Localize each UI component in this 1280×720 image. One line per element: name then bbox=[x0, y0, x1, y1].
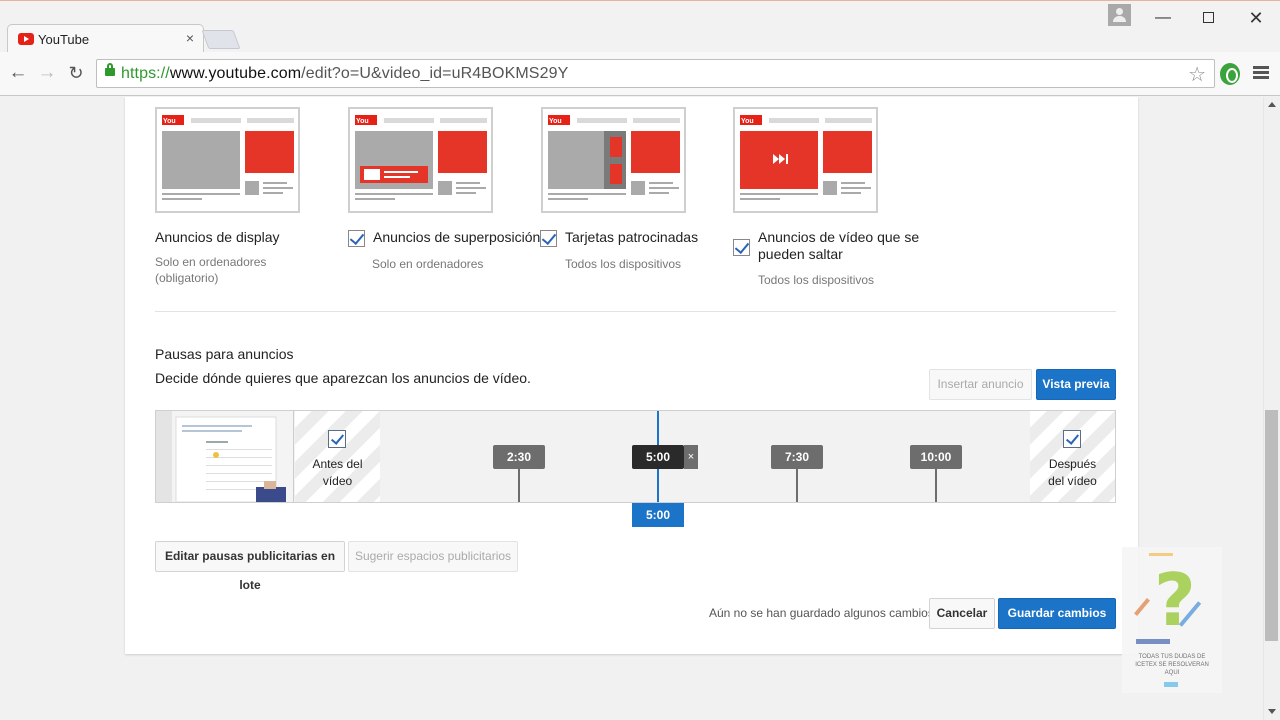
playhead-time-label[interactable]: 5:00 bbox=[632, 503, 684, 527]
overlay-ads-option[interactable]: Anuncios de superposición bbox=[348, 229, 540, 247]
skippable-ads-thumbnail: You bbox=[740, 115, 872, 200]
cancel-button[interactable]: Cancelar bbox=[929, 598, 995, 629]
browser-tab-youtube[interactable]: YouTube × bbox=[7, 24, 204, 53]
page-scrollbar[interactable] bbox=[1263, 97, 1280, 720]
display-ads-sub: Solo en ordenadores (obligatorio) bbox=[155, 255, 267, 285]
ad-breaks-description: Decide dónde quieres que aparezcan los a… bbox=[155, 370, 531, 386]
ad-breaks-timeline[interactable]: Antes del vídeo Después del vídeo 2:30 5… bbox=[155, 410, 1116, 503]
sponsored-cards-checkbox[interactable] bbox=[540, 230, 557, 247]
scrollbar-thumb[interactable] bbox=[1265, 410, 1278, 641]
url-host: www.youtube.com bbox=[169, 65, 302, 82]
promo-text: TODAS TUS DUDAS DE ICETEX SE RESOLVERAN … bbox=[1135, 654, 1209, 676]
profile-user-icon[interactable] bbox=[1108, 4, 1131, 26]
display-ads-label: Anuncios de display bbox=[155, 229, 280, 245]
post-roll-label: Después del vídeo bbox=[1030, 456, 1115, 490]
monetization-card: You You You You Anuncios de display Solo… bbox=[125, 97, 1138, 654]
window-minimize-button[interactable]: — bbox=[1150, 7, 1176, 29]
window-close-button[interactable]: ✕ bbox=[1243, 7, 1269, 29]
overlay-ads-sub: Solo en ordenadores bbox=[372, 257, 484, 271]
pre-roll-zone[interactable]: Antes del vídeo bbox=[295, 411, 380, 502]
scroll-down-arrow-icon[interactable] bbox=[1268, 709, 1276, 714]
reload-icon[interactable]: ↻ bbox=[65, 62, 87, 84]
sponsored-cards-label: Tarjetas patrocinadas bbox=[565, 229, 699, 245]
overlay-ads-label: Anuncios de superposición bbox=[373, 229, 541, 245]
skippable-video-ads-preview: You bbox=[733, 107, 878, 213]
sponsored-cards-sub: Todos los dispositivos bbox=[565, 257, 682, 271]
preview-button[interactable]: Vista previa bbox=[1036, 369, 1116, 400]
address-bar[interactable]: https://www.youtube.com/edit?o=U&video_i… bbox=[96, 59, 1215, 88]
post-roll-label-line1: Después bbox=[1048, 457, 1097, 471]
svg-text:You: You bbox=[549, 118, 562, 125]
back-arrow-icon[interactable]: ← bbox=[7, 62, 29, 84]
svg-text:You: You bbox=[741, 118, 754, 125]
maximize-icon bbox=[1202, 12, 1214, 23]
svg-text:?: ? bbox=[1154, 558, 1196, 642]
post-roll-checkbox[interactable] bbox=[1063, 430, 1081, 448]
tab-title: YouTube bbox=[38, 32, 90, 47]
lock-icon bbox=[105, 63, 115, 76]
ad-break-marker[interactable]: 7:30 bbox=[771, 445, 823, 469]
section-divider bbox=[155, 311, 1116, 312]
pre-roll-checkbox[interactable] bbox=[328, 430, 346, 448]
ad-breaks-title: Pausas para anuncios bbox=[155, 346, 294, 362]
tab-close-icon[interactable]: × bbox=[186, 30, 194, 46]
ad-break-marker-line bbox=[518, 469, 520, 502]
extension-icon[interactable] bbox=[1220, 63, 1240, 85]
video-thumbnail-image bbox=[156, 411, 293, 502]
suggest-ad-slots-button[interactable]: Sugerir espacios publicitarios bbox=[348, 541, 518, 572]
promo-link-badge bbox=[1164, 682, 1178, 687]
promo-overlay[interactable]: ? TODAS TUS DUDAS DE ICETEX SE RESOLVERA… bbox=[1122, 547, 1222, 693]
display-ads-thumbnail: You bbox=[162, 115, 294, 200]
url-text: https://www.youtube.com/edit?o=U&video_i… bbox=[121, 65, 568, 83]
pre-roll-label-line1: Antes del bbox=[312, 457, 363, 471]
video-thumbnail bbox=[156, 411, 294, 502]
pre-roll-label-line2: vídeo bbox=[322, 474, 353, 488]
bookmark-star-icon[interactable]: ☆ bbox=[1188, 62, 1206, 87]
overlay-ads-thumbnail: You bbox=[355, 115, 487, 200]
save-changes-button[interactable]: Guardar cambios bbox=[998, 598, 1116, 629]
pre-roll-label: Antes del vídeo bbox=[295, 456, 380, 490]
display-ads-preview: You bbox=[155, 107, 300, 213]
skippable-ads-sub: Todos los dispositivos bbox=[758, 273, 875, 287]
remove-marker-icon[interactable]: × bbox=[684, 445, 698, 469]
post-roll-zone[interactable]: Después del vídeo bbox=[1030, 411, 1115, 502]
sponsored-cards-thumbnail: You bbox=[548, 115, 680, 200]
sponsored-cards-option[interactable]: Tarjetas patrocinadas bbox=[540, 229, 698, 247]
unsaved-changes-status: Aún no se han guardado algunos cambios. bbox=[709, 606, 938, 620]
ad-break-marker-line bbox=[935, 469, 937, 502]
skippable-ads-label: Anuncios de vídeo que se pueden saltar bbox=[758, 229, 919, 263]
new-tab-button[interactable] bbox=[201, 30, 241, 49]
svg-text:You: You bbox=[356, 118, 369, 125]
skippable-ads-label-line1: Anuncios de vídeo que se bbox=[758, 229, 920, 245]
skippable-ads-option[interactable]: Anuncios de vídeo que se pueden saltar bbox=[733, 229, 919, 263]
sponsored-cards-preview: You bbox=[541, 107, 686, 213]
display-ads-option: Anuncios de display bbox=[155, 229, 280, 246]
insert-ad-button[interactable]: Insertar anuncio bbox=[929, 369, 1032, 400]
ad-break-marker-line bbox=[796, 469, 798, 502]
browser-toolbar: ← → ↻ https://www.youtube.com/edit?o=U&v… bbox=[0, 52, 1280, 96]
overlay-ads-checkbox[interactable] bbox=[348, 230, 365, 247]
browser-menu-icon[interactable] bbox=[1253, 66, 1269, 80]
url-path: /edit?o=U&video_id=uR4BOKMS29Y bbox=[301, 65, 569, 82]
skippable-ads-label-line2: pueden saltar bbox=[758, 246, 843, 262]
forward-arrow-icon[interactable]: → bbox=[36, 62, 58, 84]
svg-text:You: You bbox=[163, 118, 176, 125]
scroll-up-arrow-icon[interactable] bbox=[1268, 102, 1276, 107]
youtube-favicon-icon bbox=[18, 33, 34, 45]
overlay-ads-preview: You bbox=[348, 107, 493, 213]
skippable-ads-checkbox[interactable] bbox=[733, 239, 750, 256]
ad-break-marker[interactable]: 10:00 bbox=[910, 445, 962, 469]
page-viewport: You You You You Anuncios de display Solo… bbox=[0, 97, 1263, 720]
url-scheme: https:// bbox=[121, 65, 170, 82]
browser-titlebar: YouTube × — ✕ bbox=[0, 0, 1280, 53]
bulk-edit-ad-breaks-button[interactable]: Editar pausas publicitarias en lote bbox=[155, 541, 345, 592]
ad-break-marker-active[interactable]: 5:00 bbox=[632, 445, 684, 469]
post-roll-label-line2: del vídeo bbox=[1048, 474, 1097, 488]
window-maximize-button[interactable] bbox=[1195, 7, 1221, 29]
ad-break-marker[interactable]: 2:30 bbox=[493, 445, 545, 469]
